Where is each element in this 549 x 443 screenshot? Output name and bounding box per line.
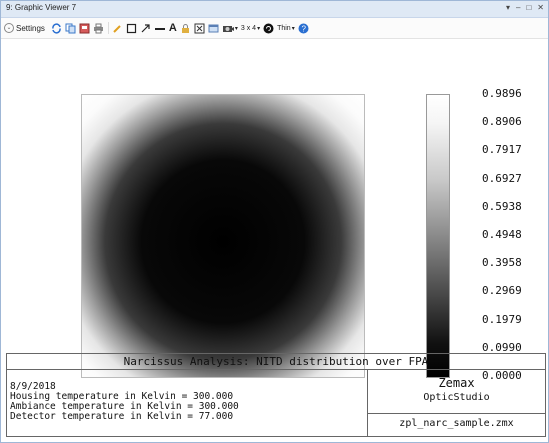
arrow-icon	[141, 23, 150, 32]
settings-label: Settings	[16, 23, 45, 33]
grid-layout-dropdown[interactable]: 3 x 4 ▾	[241, 21, 260, 35]
colorbar-tick: 0.8906	[482, 115, 522, 129]
rotate-button[interactable]	[263, 21, 274, 35]
copy-button[interactable]	[65, 21, 76, 35]
camera-icon	[222, 25, 234, 32]
chevron-down-icon: ▾	[291, 25, 295, 32]
close-button[interactable]: ✕	[537, 3, 544, 12]
graphic-viewer-window: 9: Graphic Viewer 7 ▾ – □ ✕ ⌄ Settings A…	[0, 0, 549, 443]
plot-area: 0.9896 0.8906 0.7917 0.6927 0.5938 0.494…	[1, 39, 548, 382]
copy-icon	[65, 23, 76, 33]
product-name: OpticStudio	[423, 392, 490, 403]
svg-text:?: ?	[301, 24, 306, 33]
arrow-tool-button[interactable]	[140, 21, 151, 35]
colorbar-ticks: 0.9896 0.8906 0.7917 0.6927 0.5938 0.494…	[482, 87, 542, 387]
line-thickness-label: Thin	[277, 24, 291, 32]
colorbar-tick: 0.1979	[482, 312, 522, 326]
text-tool-button[interactable]: A	[169, 21, 177, 35]
chevron-down-icon: ▾	[257, 25, 261, 32]
colorbar-tick: 0.6927	[482, 171, 522, 185]
detector-temperature-text: Detector temperature in Kelvin = 77.000	[10, 411, 234, 422]
colorbar-tick: 0.0990	[482, 340, 522, 354]
brand-block: Zemax OpticStudio zpl_narc_sample.zmx	[368, 370, 545, 436]
print-button[interactable]	[93, 21, 104, 35]
dropdown-button[interactable]: ▾	[506, 3, 510, 12]
refresh-icon	[52, 22, 61, 34]
colorbar-tick: 0.2969	[482, 284, 522, 298]
zoom-window-icon	[194, 23, 205, 33]
file-name: zpl_narc_sample.zmx	[368, 413, 545, 437]
help-button[interactable]: ?	[298, 21, 309, 35]
colorbar-tick: 0.3958	[482, 256, 522, 270]
image-save-icon	[79, 23, 90, 33]
line-thickness-dropdown[interactable]: Thin ▾	[277, 21, 295, 35]
colorbar	[426, 94, 450, 378]
toolbar: ⌄ Settings A ▾ 3 x 4 ▾ Thin ▾ ?	[1, 18, 548, 39]
camera-button[interactable]: ▾	[222, 21, 238, 35]
toolbar-divider	[107, 22, 109, 34]
help-icon: ?	[298, 23, 309, 33]
lock-icon	[181, 23, 189, 33]
line-tool-button[interactable]	[154, 21, 166, 35]
pencil-icon	[113, 24, 121, 33]
windows-icon	[208, 24, 219, 32]
colorbar-tick: 0.9896	[482, 87, 522, 100]
analysis-title: Narcissus Analysis: NITD distribution ov…	[7, 354, 545, 370]
window-controls: ▾ – □ ✕	[506, 3, 544, 12]
title-bar: 9: Graphic Viewer 7 ▾ – □ ✕	[1, 1, 548, 18]
window-title: 9: Graphic Viewer 7	[6, 3, 77, 12]
lock-button[interactable]	[180, 21, 191, 35]
rotate-icon	[263, 23, 274, 33]
update-button[interactable]	[51, 21, 62, 35]
save-button[interactable]	[79, 21, 90, 35]
printer-icon	[93, 23, 103, 33]
colorbar-tick: 0.4948	[482, 228, 522, 241]
settings-button[interactable]: ⌄ Settings	[4, 21, 48, 35]
zoom-button[interactable]	[194, 21, 205, 35]
colorbar-tick: 0.5938	[482, 199, 522, 213]
maximize-button[interactable]: □	[526, 3, 531, 12]
window-layout-button[interactable]	[208, 21, 219, 35]
chevron-down-icon: ▾	[234, 25, 238, 32]
nitd-heatmap	[81, 94, 365, 378]
pencil-tool-button[interactable]	[112, 21, 123, 35]
info-panel: Narcissus Analysis: NITD distribution ov…	[6, 353, 546, 437]
line-icon	[154, 27, 165, 30]
rectangle-tool-button[interactable]	[126, 21, 137, 35]
colorbar-tick: 0.7917	[482, 143, 522, 157]
analysis-details: 8/9/2018 Housing temperature in Kelvin =…	[7, 370, 368, 436]
grid-layout-label: 3 x 4	[240, 24, 257, 32]
text-a-icon: A	[168, 22, 177, 34]
brand-name: Zemax	[438, 376, 475, 390]
chevron-down-icon: ⌄	[4, 23, 14, 33]
minimize-button[interactable]: –	[516, 3, 520, 12]
rectangle-icon	[126, 23, 137, 33]
